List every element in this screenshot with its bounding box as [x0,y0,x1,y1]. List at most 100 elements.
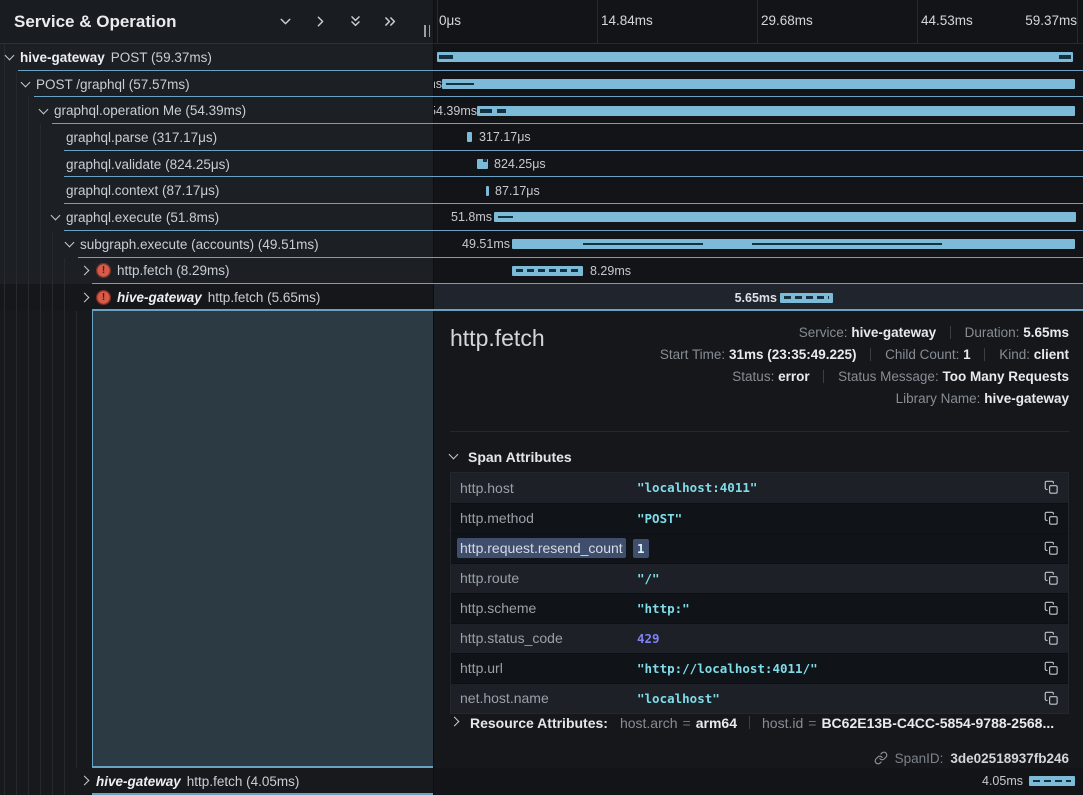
attribute-value: "http:" [637,601,690,616]
bar-duration-label: 87.17μs [495,184,540,198]
copy-icon[interactable] [1044,511,1059,526]
equals-sign: = [683,715,691,731]
resource-key: host.arch [620,715,678,731]
attribute-key: http.status_code [451,630,637,646]
span-bar[interactable] [477,106,1075,116]
meta-label: Kind: [999,347,1030,362]
span-name: subgraph.execute (accounts) (49.51ms) [80,237,319,252]
span-row-http-fetch-565-selected[interactable]: hive-gateway http.fetch (5.65ms) 5.65ms [0,284,1083,311]
span-name: http.fetch (8.29ms) [117,263,230,278]
attribute-row[interactable]: http.status_code 429 [451,623,1068,653]
span-row-graphql-validate[interactable]: graphql.validate (824.25μs) 824.25μs [0,151,1083,178]
service-name: hive-gateway [117,290,202,305]
attribute-value: "/" [637,571,660,586]
resource-attributes-title: Resource Attributes: [470,715,608,731]
span-name: graphql.context (87.17μs) [66,183,219,198]
span-bar[interactable] [1029,776,1075,786]
copy-icon[interactable] [1044,601,1059,616]
chevron-down-icon[interactable] [277,13,294,30]
span-bar[interactable] [494,212,1076,222]
attribute-value: "http://localhost:4011/" [637,661,818,676]
timeline-tick: 29.68ms [761,13,813,28]
span-row-http-fetch-829[interactable]: http.fetch (8.29ms) 8.29ms [0,258,1083,285]
meta-value: hive-gateway [851,325,936,340]
attribute-key: http.route [451,570,637,586]
copy-icon[interactable] [1044,571,1059,586]
copy-icon[interactable] [1044,480,1059,495]
span-bar[interactable] [512,266,583,276]
service-name: hive-gateway [20,50,105,65]
bar-duration-label: 49.51ms [462,237,510,251]
bar-duration-label: 51.8ms [451,210,492,224]
span-name: graphql.operation Me (54.39ms) [54,103,246,118]
meta-label: Child Count: [885,347,959,362]
meta-value: error [778,369,810,384]
span-row-hive-gateway-post[interactable]: hive-gateway POST (59.37ms) [0,44,1083,71]
attribute-key[interactable]: http.request.resend_count [457,538,626,558]
attribute-value: "localhost" [637,691,720,706]
meta-value: 5.65ms [1023,325,1069,340]
double-chevron-down-icon[interactable] [347,13,364,30]
service-name: hive-gateway [96,774,181,789]
attribute-row[interactable]: http.scheme "http:" [451,593,1068,623]
chevron-right-icon[interactable] [312,13,329,30]
attribute-key: http.url [451,660,637,676]
panel-resize-handle[interactable] [424,25,430,37]
span-row-http-fetch-405[interactable]: hive-gateway http.fetch (4.05ms) 4.05ms [0,768,1083,795]
expanded-row-block [92,311,433,768]
attribute-row[interactable]: http.url "http://localhost:4011/" [451,653,1068,683]
span-bar[interactable] [442,79,1075,89]
span-bar[interactable] [437,52,1073,62]
span-bar[interactable] [467,132,472,142]
equals-sign: = [808,715,816,731]
span-row-graphql-parse[interactable]: graphql.parse (317.17μs) 317.17μs [0,124,1083,151]
span-detail-band: http.fetch Service: hive-gateway Duratio… [0,311,1083,768]
copy-icon[interactable] [1044,691,1059,706]
meta-label: Status: [732,369,774,384]
span-row-graphql-operation[interactable]: graphql.operation Me (54.39ms) 54.39ms [0,97,1083,124]
attribute-row[interactable]: http.host "localhost:4011" [451,473,1068,503]
meta-label: Start Time: [660,347,725,362]
span-bar[interactable] [780,293,833,303]
span-attributes-table: http.host "localhost:4011" http.method "… [450,472,1069,714]
span-name: graphql.validate (824.25μs) [66,157,230,172]
copy-icon[interactable] [1044,631,1059,646]
resource-attributes-row[interactable]: Resource Attributes: host.arch = arm64 h… [450,715,1069,731]
meta-label: Duration: [965,325,1020,340]
resource-value: BC62E13B-C4CC-5854-9788-2568... [821,715,1054,731]
bar-duration-label: 317.17μs [479,130,531,144]
tree-header-actions [277,13,399,30]
attribute-row[interactable]: http.method "POST" [451,503,1068,533]
meta-value: client [1034,347,1069,362]
attribute-value[interactable]: 1 [633,539,649,558]
header: Service & Operation 0μs 14.84ms 29. [0,0,1083,44]
copy-icon[interactable] [1044,541,1059,556]
span-bar[interactable] [477,159,488,169]
attribute-row[interactable]: http.route "/" [451,563,1068,593]
span-id-label: SpanID: [895,751,944,766]
trace-viewer: Service & Operation 0μs 14.84ms 29. [0,0,1083,795]
attribute-key: http.host [451,480,637,496]
meta-label: Library Name: [896,391,981,406]
error-icon [96,263,111,278]
attribute-key: http.scheme [451,600,637,616]
span-id-row: SpanID: 3de02518937fb246 [874,751,1069,766]
attribute-key: http.method [451,510,637,526]
span-bar[interactable] [486,186,489,196]
attribute-row[interactable]: net.host.name "localhost" [451,683,1068,713]
span-row-graphql-context[interactable]: graphql.context (87.17μs) 87.17μs [0,177,1083,204]
span-row-post-graphql[interactable]: POST /graphql (57.57ms) 57.57ms [0,71,1083,98]
span-bar[interactable] [512,239,1075,249]
meta-value: 31ms (23:35:49.225) [729,347,857,362]
span-id-value: 3de02518937fb246 [950,751,1069,766]
span-name: graphql.parse (317.17μs) [66,130,217,145]
timeline-tick: 0μs [439,13,461,28]
span-attributes-header[interactable]: Span Attributes [450,449,572,465]
timeline-tick: 44.53ms [921,13,973,28]
copy-icon[interactable] [1044,661,1059,676]
attribute-row-selected[interactable]: http.request.resend_count 1 [451,533,1068,563]
span-row-subgraph-execute[interactable]: subgraph.execute (accounts) (49.51ms) 49… [0,231,1083,258]
double-chevron-right-icon[interactable] [382,13,399,30]
link-icon[interactable] [874,751,888,765]
span-row-graphql-execute[interactable]: graphql.execute (51.8ms) 51.8ms [0,204,1083,231]
